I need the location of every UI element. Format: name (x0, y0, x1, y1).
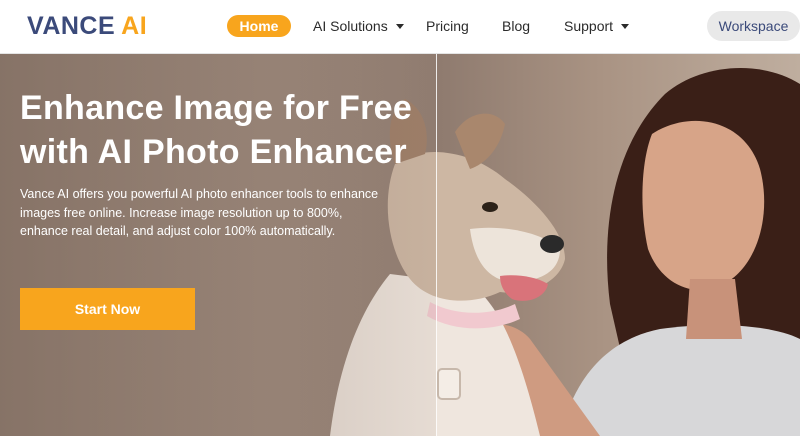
hero-section: Enhance Image for Free with AI Photo Enh… (0, 54, 800, 436)
nav-pricing-link[interactable]: Pricing (426, 15, 469, 37)
logo-text-vance: VANCE (27, 11, 116, 40)
woman-neck (686, 279, 742, 339)
logo-text-ai: AI (121, 11, 148, 40)
nav-ai-solutions-menu[interactable]: AI Solutions (313, 15, 404, 37)
workspace-button[interactable]: Workspace (707, 11, 800, 41)
hero-title: Enhance Image for Free with AI Photo Enh… (20, 86, 450, 174)
top-navbar: VANCE AI Home AI Solutions Pricing Blog … (0, 0, 800, 54)
wristwatch (437, 368, 461, 400)
woman-shirt (560, 325, 800, 436)
hero-description: Vance AI offers you powerful AI photo en… (20, 187, 379, 238)
hero-title-line-2: with AI Photo Enhancer (20, 133, 407, 171)
hero-title-line-1: Enhance Image for Free (20, 89, 413, 127)
nav-support-label: Support (564, 18, 614, 34)
dog-nose (540, 235, 564, 253)
chevron-down-icon (621, 24, 630, 29)
nav-home-link[interactable]: Home (227, 15, 291, 37)
nav-pricing-label: Pricing (426, 18, 469, 34)
nav-support-menu[interactable]: Support (564, 15, 630, 37)
dog-eye (482, 202, 498, 212)
chevron-down-icon (395, 24, 404, 29)
nav-home-label: Home (239, 18, 279, 34)
nav-blog-label: Blog (502, 18, 531, 34)
vance-ai-logo[interactable]: VANCE AI (27, 9, 147, 43)
nav-blog-link[interactable]: Blog (502, 15, 530, 37)
start-now-button[interactable]: Start Now (20, 288, 195, 330)
nav-ai-solutions-label: AI Solutions (313, 18, 388, 34)
